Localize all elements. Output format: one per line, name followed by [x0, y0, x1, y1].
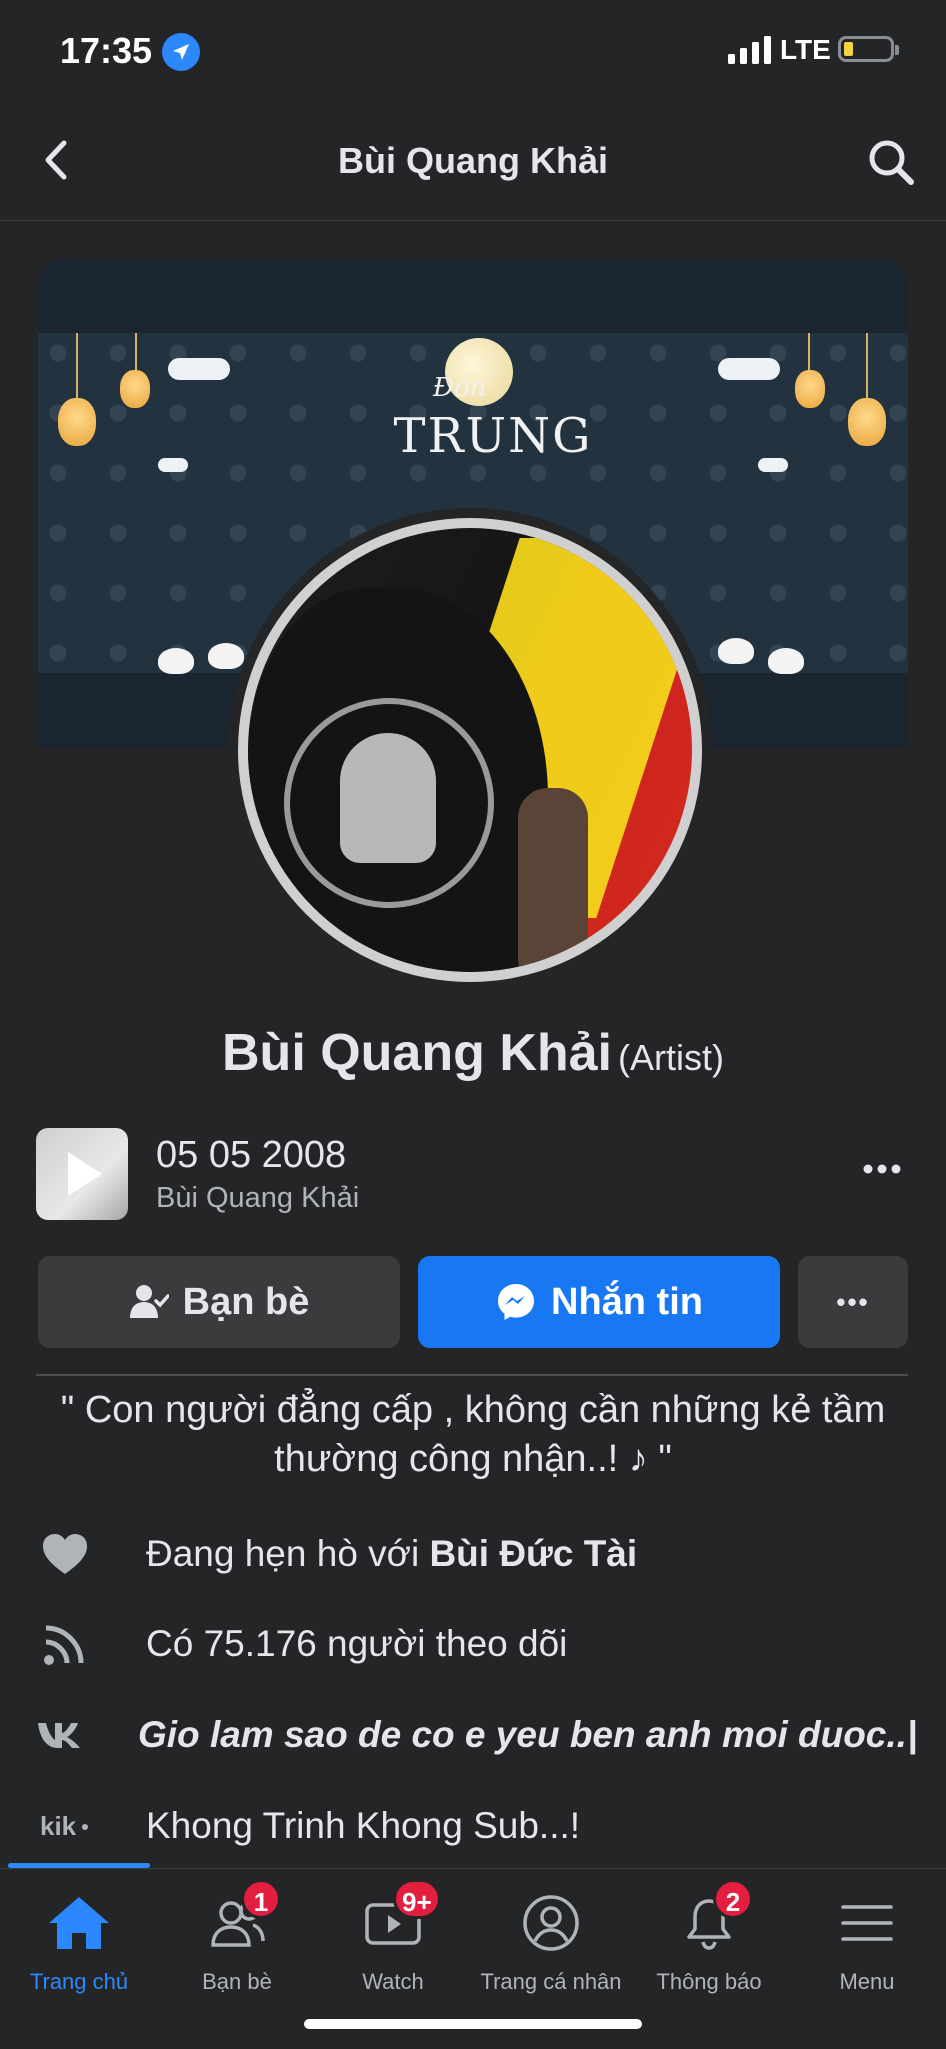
- bell-icon: 2: [673, 1879, 753, 1959]
- relationship-prefix: Đang hẹn hò với: [146, 1533, 430, 1574]
- message-button[interactable]: Nhắn tin: [418, 1256, 780, 1348]
- relationship-partner[interactable]: Bùi Đức Tài: [429, 1533, 637, 1574]
- active-tab-indicator: [8, 1863, 150, 1868]
- search-icon[interactable]: [866, 137, 916, 187]
- nav-profile[interactable]: Trang cá nhân: [472, 1887, 630, 2007]
- profile-role: (Artist): [618, 1037, 724, 1078]
- more-options-icon[interactable]: [860, 1154, 904, 1184]
- nav-menu[interactable]: Menu: [788, 1887, 946, 2007]
- followers-text: Có 75.176 người theo dõi: [146, 1623, 568, 1664]
- status-bar: 17:35 LTE: [0, 0, 946, 105]
- watch-icon: 9+: [357, 1879, 441, 1959]
- nav-friends[interactable]: 1 Bạn bè: [158, 1879, 316, 2007]
- messenger-icon: [498, 1284, 534, 1320]
- rss-icon: [36, 1620, 94, 1668]
- profile-icon: [515, 1887, 587, 1959]
- cover-title: TRUNG: [393, 408, 593, 464]
- story-author: Bùi Quang Khải: [156, 1182, 360, 1214]
- cloud-icon: [168, 358, 230, 380]
- cloud-icon: [758, 458, 788, 472]
- info-vk[interactable]: Gio lam sao de co e yeu ben anh moi duoc…: [36, 1705, 918, 1765]
- info-kik[interactable]: kik Khong Trinh Khong Sub...!: [36, 1796, 916, 1856]
- ghost-icon: [340, 733, 436, 863]
- friends-button-label: Bạn bè: [182, 1280, 310, 1323]
- divider: [36, 1374, 908, 1376]
- avatar[interactable]: [248, 528, 692, 972]
- play-icon: [68, 1152, 102, 1196]
- more-actions-button[interactable]: •••: [798, 1256, 908, 1348]
- kik-icon: kik: [36, 1802, 94, 1850]
- status-time: 17:35: [60, 30, 153, 71]
- notifications-badge: 2: [713, 1879, 753, 1919]
- friend-check-icon: [129, 1285, 169, 1318]
- location-arrow-icon: [162, 33, 200, 71]
- nav-notifications-label: Thông báo: [656, 1969, 762, 1994]
- rabbit-icon: [158, 648, 194, 674]
- message-button-label: Nhắn tin: [551, 1280, 703, 1323]
- vk-icon: [36, 1711, 86, 1759]
- friends-button[interactable]: Bạn bè: [38, 1256, 400, 1348]
- lantern-icon: [120, 370, 150, 408]
- rabbit-icon: [718, 638, 754, 664]
- cloud-icon: [158, 458, 188, 472]
- kik-text: Khong Trinh Khong Sub...!: [146, 1805, 581, 1846]
- profile-name: Bùi Quang Khải: [222, 1024, 612, 1082]
- info-relationship[interactable]: Đang hẹn hò với Bùi Đức Tài: [36, 1524, 916, 1584]
- nav-notifications[interactable]: 2 Thông báo: [630, 1879, 788, 2007]
- cloud-icon: [718, 358, 780, 380]
- rabbit-icon: [768, 648, 804, 674]
- friends-badge: 1: [241, 1879, 281, 1919]
- story-thumbnail[interactable]: [36, 1128, 128, 1220]
- lantern-icon: [848, 398, 886, 446]
- vk-text: Gio lam sao de co e yeu ben anh moi duoc…: [138, 1714, 918, 1755]
- nav-profile-label: Trang cá nhân: [480, 1969, 622, 1994]
- nav-home[interactable]: Trang chủ: [0, 1887, 158, 2007]
- battery-icon: [838, 36, 899, 62]
- network-label: LTE: [780, 34, 831, 65]
- page-title: Bùi Quang Khải: [338, 140, 608, 181]
- watch-badge: 9+: [393, 1879, 441, 1919]
- nav-friends-label: Bạn bè: [202, 1969, 272, 1994]
- hamburger-menu-icon: [831, 1887, 903, 1959]
- heart-icon: [36, 1530, 94, 1578]
- home-indicator[interactable]: [304, 2019, 642, 2029]
- profile-bio: " Con người đẳng cấp , không cần những k…: [60, 1389, 886, 1480]
- lantern-icon: [795, 370, 825, 408]
- home-icon: [43, 1887, 115, 1959]
- profile-name-block: Bùi Quang Khải (Artist): [0, 1023, 946, 1083]
- story-date[interactable]: 05 05 2008: [156, 1134, 346, 1177]
- info-followers[interactable]: Có 75.176 người theo dõi: [36, 1614, 916, 1674]
- more-actions-label: •••: [836, 1286, 870, 1317]
- nav-watch[interactable]: 9+ Watch: [314, 1879, 472, 2007]
- lantern-icon: [58, 398, 96, 446]
- nav-home-label: Trang chủ: [29, 1969, 129, 1994]
- nav-menu-label: Menu: [839, 1969, 895, 1994]
- signal-icon: [728, 36, 771, 64]
- svg-text:kik: kik: [40, 1811, 77, 1841]
- rabbit-icon: [208, 643, 244, 669]
- friends-icon: 1: [201, 1879, 281, 1959]
- nav-watch-label: Watch: [362, 1969, 424, 1994]
- cover-subtitle: Đón: [433, 373, 487, 403]
- profile-header: Bùi Quang Khải: [0, 105, 946, 221]
